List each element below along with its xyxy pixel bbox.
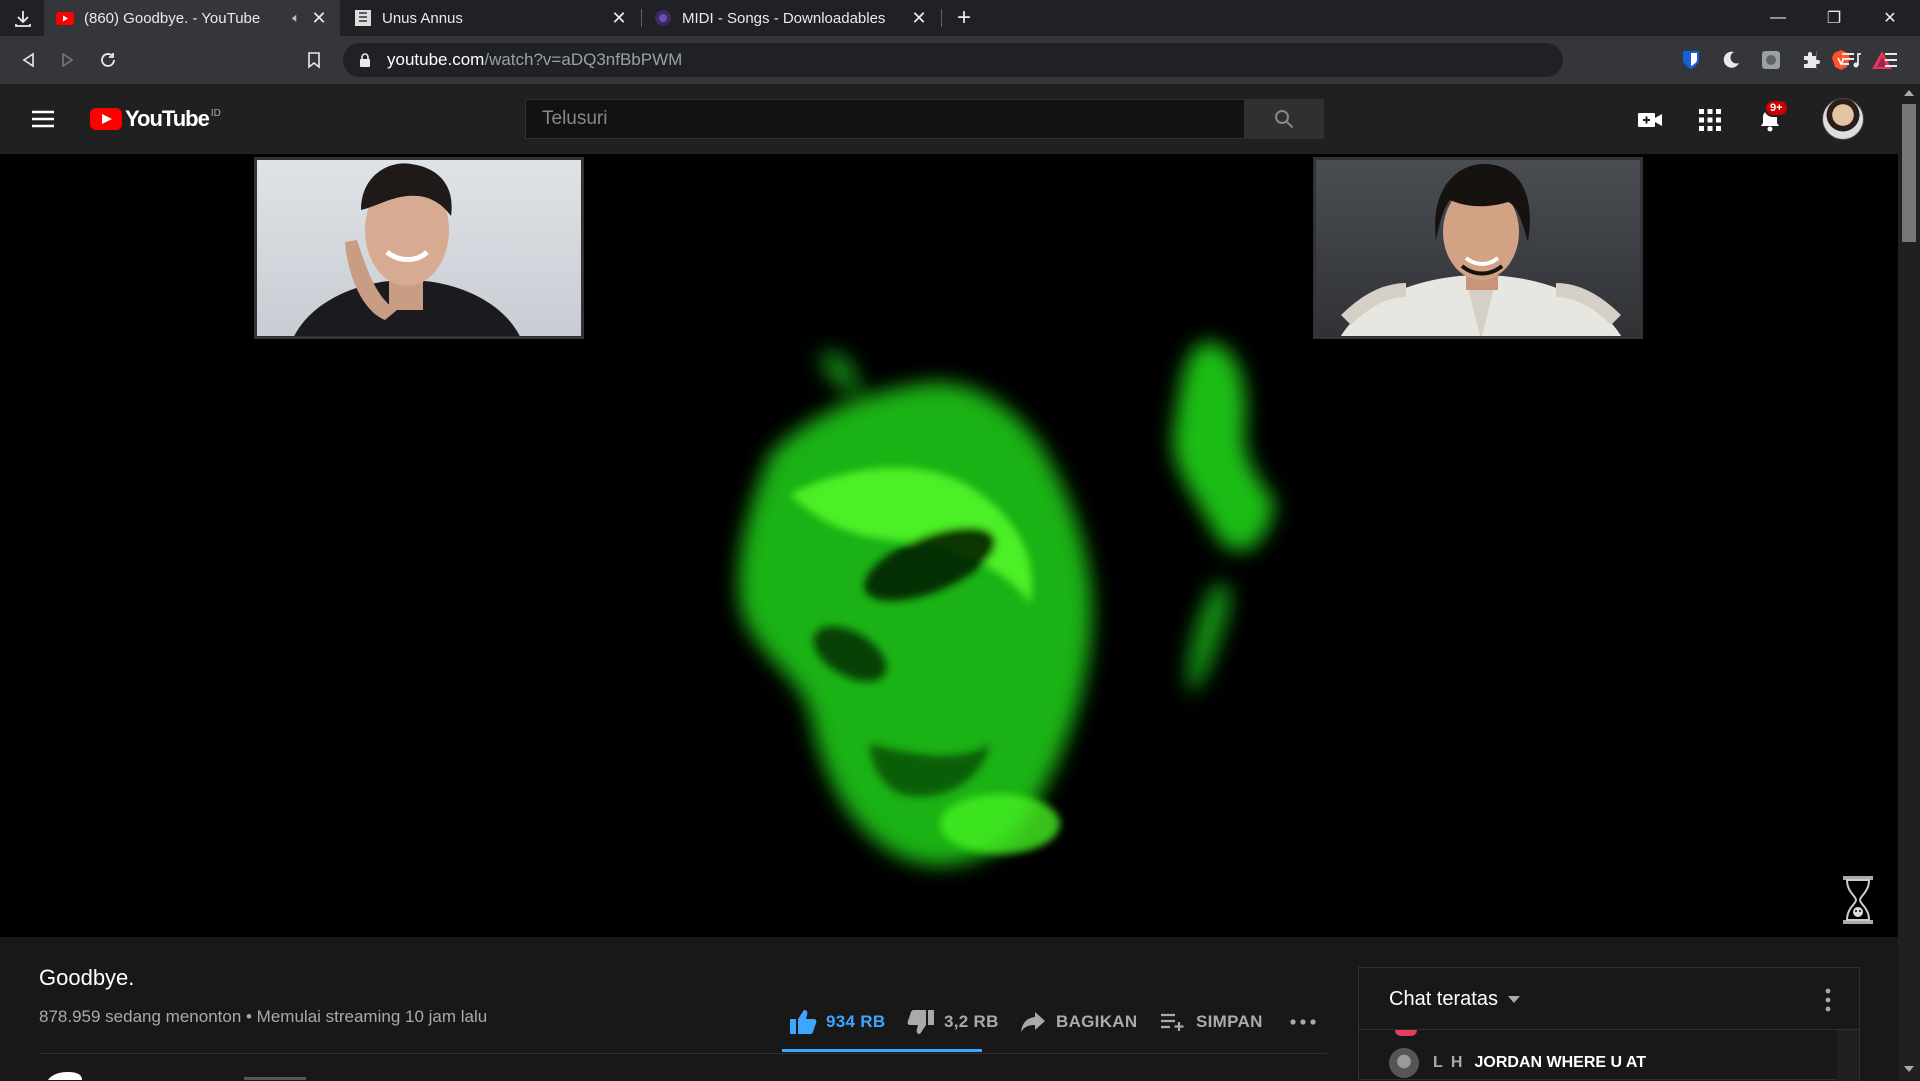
thumbs-up-icon xyxy=(788,1007,818,1037)
back-button[interactable] xyxy=(14,46,42,74)
page-scrollbar[interactable] xyxy=(1898,84,1920,1080)
new-tab-button[interactable]: + xyxy=(950,4,978,32)
puzzle-extensions-icon[interactable] xyxy=(1798,47,1824,73)
chat-message: L H JORDAN WHERE U AT xyxy=(1389,1048,1646,1078)
dislike-button[interactable]: 3,2 RB xyxy=(906,1007,999,1037)
playlist-add-icon xyxy=(1158,1007,1188,1037)
youtube-masthead: YouTube ID 9+ xyxy=(0,84,1898,154)
chat-mode-label: Chat teratas xyxy=(1389,988,1498,1010)
url-text: youtube.com/watch?v=aDQ3nfBbPWM xyxy=(387,50,683,69)
media-playlist-icon[interactable] xyxy=(1838,47,1864,73)
save-button[interactable]: SIMPAN xyxy=(1158,1007,1263,1037)
like-count: 934 RB xyxy=(826,1012,886,1031)
create-video-icon[interactable] xyxy=(1636,106,1664,134)
scroll-up-arrow-icon[interactable] xyxy=(1904,90,1914,96)
webcam-left-thumbnail xyxy=(254,157,584,339)
share-button[interactable]: BAGIKAN xyxy=(1018,1007,1137,1037)
window-close-button[interactable]: ✕ xyxy=(1862,0,1918,36)
tab-title: Unus Annus xyxy=(382,9,463,27)
caret-down-icon xyxy=(1507,996,1520,1003)
forward-button[interactable] xyxy=(54,46,82,74)
extension-square-icon[interactable] xyxy=(1758,47,1784,73)
tab-midi-songs[interactable]: MIDI - Songs - Downloadables ✕ xyxy=(642,0,940,36)
share-arrow-icon xyxy=(1018,1007,1048,1037)
midi-favicon-icon xyxy=(654,9,672,27)
lock-icon[interactable] xyxy=(357,52,373,68)
chat-mode-dropdown[interactable]: Chat teratas xyxy=(1389,988,1520,1011)
apps-grid-icon[interactable] xyxy=(1696,106,1724,134)
browser-toolbar: youtube.com/watch?v=aDQ3nfBbPWM xyxy=(0,36,1920,84)
address-bar[interactable]: youtube.com/watch?v=aDQ3nfBbPWM xyxy=(343,43,1892,77)
video-player[interactable] xyxy=(0,154,1898,937)
tab-close-icon[interactable]: ✕ xyxy=(910,8,928,28)
video-info-section: Goodbye. 878.959 sedang menonton • Memul… xyxy=(0,937,1898,1081)
downloads-icon[interactable] xyxy=(10,6,36,32)
notification-count-badge: 9+ xyxy=(1764,99,1789,117)
chat-header: Chat teratas xyxy=(1359,968,1859,1030)
sentiment-bar-likes xyxy=(782,1049,982,1052)
scroll-down-arrow-icon[interactable] xyxy=(1904,1066,1914,1072)
previous-chat-avatar-partial xyxy=(1395,1030,1417,1036)
unus-annus-hourglass-watermark-icon xyxy=(1843,876,1873,924)
more-actions-button[interactable] xyxy=(1288,1007,1326,1037)
tab-title: (860) Goodbye. - YouTube xyxy=(84,9,261,27)
like-button[interactable]: 934 RB xyxy=(788,1007,885,1037)
chat-author-name[interactable]: L H xyxy=(1433,1054,1464,1072)
video-title: Goodbye. xyxy=(39,965,135,990)
search-input[interactable] xyxy=(526,108,1244,130)
youtube-logo[interactable]: YouTube ID xyxy=(90,106,221,132)
restore-button[interactable]: ❐ xyxy=(1806,0,1862,36)
browser-tabstrip: (860) Goodbye. - YouTube 🔈︎ ✕ Unus Annus… xyxy=(0,0,1920,36)
minimize-button[interactable]: — xyxy=(1750,0,1806,36)
webcam-right-thumbnail xyxy=(1313,157,1643,339)
video-metadata: 878.959 sedang menonton • Memulai stream… xyxy=(39,1007,488,1026)
search-box xyxy=(525,99,1245,139)
bitwarden-extension-icon[interactable] xyxy=(1678,47,1704,73)
bookmark-icon[interactable] xyxy=(300,46,328,74)
tab-unus-annus[interactable]: Unus Annus ✕ xyxy=(342,0,640,36)
green-ghost-face xyxy=(738,342,1275,866)
chat-author-avatar[interactable] xyxy=(1389,1048,1419,1078)
save-label: SIMPAN xyxy=(1196,1012,1263,1031)
speaker-icon[interactable]: 🔈︎ xyxy=(292,10,300,26)
tab-close-icon[interactable]: ✕ xyxy=(310,8,328,28)
search-icon xyxy=(1275,110,1294,129)
chat-scrollbar[interactable] xyxy=(1837,1030,1859,1081)
browser-menu-icon[interactable] xyxy=(1878,47,1904,73)
more-vertical-icon[interactable] xyxy=(1825,988,1831,1012)
youtube-favicon-icon xyxy=(56,9,74,27)
country-code: ID xyxy=(210,107,221,119)
tab-title: MIDI - Songs - Downloadables xyxy=(682,9,886,27)
share-label: BAGIKAN xyxy=(1056,1012,1138,1031)
account-avatar[interactable] xyxy=(1822,98,1864,140)
chat-message-text: JORDAN WHERE U AT xyxy=(1474,1054,1647,1071)
tab-separator xyxy=(941,9,942,27)
channel-avatar-partial xyxy=(48,1072,82,1080)
dark-reader-extension-icon[interactable] xyxy=(1718,47,1744,73)
reload-button[interactable] xyxy=(94,46,122,74)
youtube-play-logo-icon xyxy=(90,108,122,130)
tab-youtube[interactable]: (860) Goodbye. - YouTube 🔈︎ ✕ xyxy=(44,0,340,36)
scrollbar-thumb[interactable] xyxy=(1902,104,1916,242)
thumbs-down-icon xyxy=(906,1007,936,1037)
dislike-count: 3,2 RB xyxy=(944,1012,999,1031)
live-chat-panel: Chat teratas L H JORDAN WHERE U AT xyxy=(1358,967,1860,1081)
search-button[interactable] xyxy=(1244,99,1324,139)
more-horizontal-icon xyxy=(1288,1007,1318,1037)
hamburger-menu-icon[interactable] xyxy=(30,106,56,132)
unus-annus-favicon-icon xyxy=(354,9,372,27)
tab-close-icon[interactable]: ✕ xyxy=(610,8,628,28)
info-divider xyxy=(39,1053,1327,1054)
